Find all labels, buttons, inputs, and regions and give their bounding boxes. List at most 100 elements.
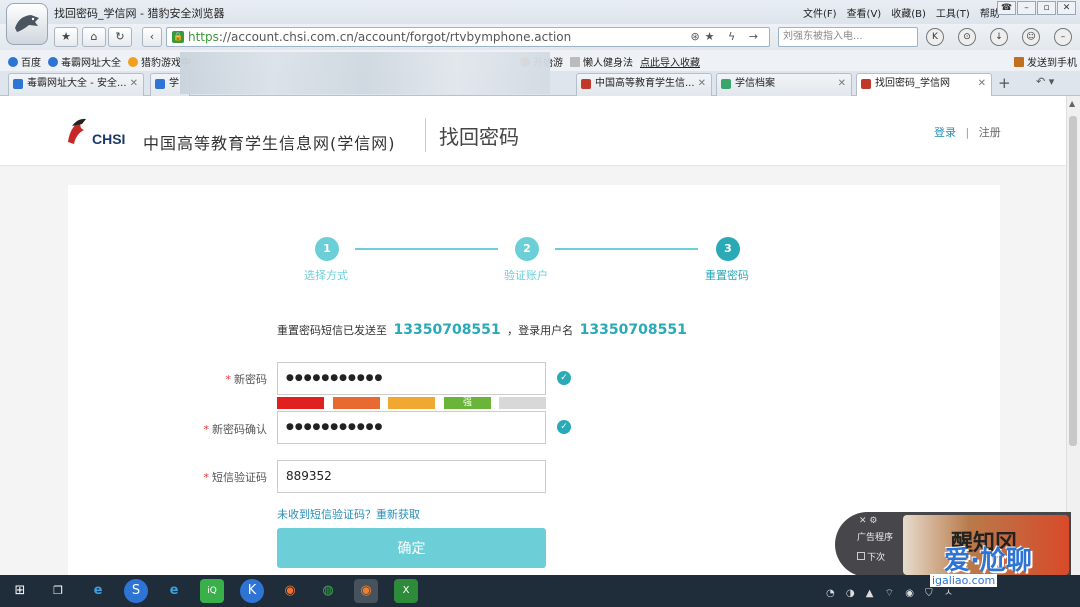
cloud-icon [721,79,731,89]
step-1-label: 选择方式 [304,269,348,282]
step-2-circle: 2 [515,237,539,261]
url-path: ://account.chsi.com.cn/account/forgot/rt… [218,30,572,44]
close-tab-icon[interactable]: ✕ [130,74,138,94]
header-divider [425,118,426,152]
send-to-phone[interactable]: 发送到手机 [1014,54,1077,69]
wechat-icon[interactable]: ◍ [316,579,340,603]
k-app-icon[interactable]: K [240,579,264,603]
redacted-area [180,52,550,94]
close-window-button[interactable]: ✕ [1057,1,1076,15]
register-link[interactable]: 注册 [979,126,1001,139]
new-password-label: * 新密码 [225,373,268,386]
site-name: 中国高等教育学生信息网(学信网) [143,134,396,153]
strength-segment-1 [277,397,324,409]
refresh-button[interactable]: ↻ [108,27,132,47]
download-manager-icon[interactable]: ⊙ [958,28,976,46]
close-tab-icon[interactable]: ✕ [698,74,706,94]
undo-close-icon[interactable]: ↶ ▾ [1036,75,1054,88]
settings-icon[interactable]: – [1054,28,1072,46]
phone-number: 13350708551 [393,322,501,338]
excel-icon[interactable]: X [394,579,418,603]
skin-button[interactable]: ☎ [997,1,1016,15]
minimize-button[interactable]: – [1017,1,1036,15]
import-favorites-link[interactable]: 点此导入收藏 [640,54,700,69]
ad-close-icon[interactable]: ✕ ⚙ [859,516,877,526]
step-connector [555,248,698,250]
scrollbar-thumb[interactable] [1069,116,1077,446]
menu-view[interactable]: 查看(V) [847,5,882,20]
close-tab-icon[interactable]: ✕ [978,74,986,94]
sms-sent-info: 重置密码短信已发送至 13350708551 ，登录用户名 1335070855… [277,322,687,338]
window-controls: ☎ – ▫ ✕ [997,1,1076,15]
edge-icon[interactable]: e [86,579,110,603]
sms-code-field[interactable]: 889352 [277,460,546,493]
browser-navbar: ★ ⌂ ↻ ‹ 🔒 https ://account.chsi.com.cn/a… [0,24,1080,50]
step-1-circle: 1 [315,237,339,261]
new-tab-button[interactable]: + [998,74,1011,92]
duba-icon [13,79,23,89]
chsi-icon [581,79,591,89]
favorite-star-button[interactable]: ★ [54,27,78,47]
start-button[interactable]: ⊞ [8,579,32,603]
ad-label: 广告程序 [857,533,894,543]
address-bar[interactable]: 🔒 https ://account.chsi.com.cn/account/f… [166,27,770,47]
browser-menu: 文件(F) 查看(V) 收藏(B) 工具(T) 帮助 [803,5,1000,20]
username: 13350708551 [579,322,687,338]
new-password-field[interactable]: ●●●●●●●●●●● [277,362,546,395]
baidu-icon [8,57,18,67]
restore-button[interactable]: ▫ [1037,1,1056,15]
chsi-icon [861,79,871,89]
tab-chsi-home[interactable]: 中国高等教育学生信... ✕ [576,73,712,96]
chsi-logo-icon[interactable]: CHSI [64,116,130,150]
watermark-logo: 爱·尬聊 [944,546,1032,576]
tab-duba[interactable]: 毒霸网址大全 - 安全... ✕ [8,73,144,96]
address-action-icons[interactable]: ⊛★ ϟ → [690,30,763,43]
menu-favorites[interactable]: 收藏(B) [891,5,926,20]
k-icon[interactable]: K [926,28,944,46]
tab-forgot-password[interactable]: 找回密码_学信网 ✕ [856,73,992,96]
confirm-password-field[interactable]: ●●●●●●●●●●● [277,411,546,444]
sogou-icon[interactable]: S [124,579,148,603]
ad-option: 下次 [867,553,886,563]
web-page: CHSI 中国高等教育学生信息网(学信网) 找回密码 登录 | 注册 1 2 3… [0,96,1066,575]
strength-segment-5 [499,397,546,409]
svg-text:CHSI: CHSI [92,131,125,147]
ad-checkbox[interactable] [857,552,865,560]
scroll-up-icon[interactable]: ▲ [1069,99,1075,108]
confirm-button[interactable]: 确定 [277,528,546,568]
menu-tools[interactable]: 工具(T) [936,5,970,20]
step-3-label: 重置密码 [705,269,749,282]
firefox-icon[interactable]: ◉ [278,579,302,603]
ie-icon[interactable]: e [162,579,186,603]
duba-icon [48,57,58,67]
page-title: 找回密码 [439,125,519,149]
resend-sms-link[interactable]: 未收到短信验证码？重新获取 [277,506,420,522]
download-icon[interactable]: ↓ [990,28,1008,46]
close-tab-icon[interactable]: ✕ [838,74,846,94]
step-connector [355,248,498,250]
search-input[interactable]: 刘强东被指入电... [778,27,918,47]
browser-logo-icon[interactable] [6,3,48,45]
confirm-password-label: * 新密码确认 [203,423,268,436]
task-view-icon[interactable]: ❐ [46,579,70,603]
menu-file[interactable]: 文件(F) [803,5,837,20]
bookmark-baidu[interactable]: 百度 [8,54,41,69]
site-header: CHSI 中国高等教育学生信息网(学信网) 找回密码 登录 | 注册 [0,96,1066,166]
games-icon [128,57,138,67]
home-button[interactable]: ⌂ [82,27,106,47]
face-icon[interactable]: ☺ [1022,28,1040,46]
liebao-browser-icon[interactable]: ◉ [354,579,378,603]
login-link[interactable]: 登录 [934,126,956,139]
bookmark-fitness[interactable]: 懒人健身法 [570,54,633,69]
back-button[interactable]: ‹ [142,27,162,47]
phone-icon [1014,57,1024,67]
bookmark-duba[interactable]: 毒霸网址大全 [48,54,121,69]
page-icon [570,57,580,67]
strength-segment-2 [333,397,380,409]
window-title: 找回密码_学信网 - 猎豹安全浏览器 [54,7,225,20]
iqiyi-icon[interactable]: iQ [200,579,224,603]
tab-xuexin-archive[interactable]: 学信档案 ✕ [716,73,852,96]
sms-code-label: * 短信验证码 [203,471,268,484]
auth-separator: | [965,126,970,139]
cheetah-icon [15,15,39,32]
